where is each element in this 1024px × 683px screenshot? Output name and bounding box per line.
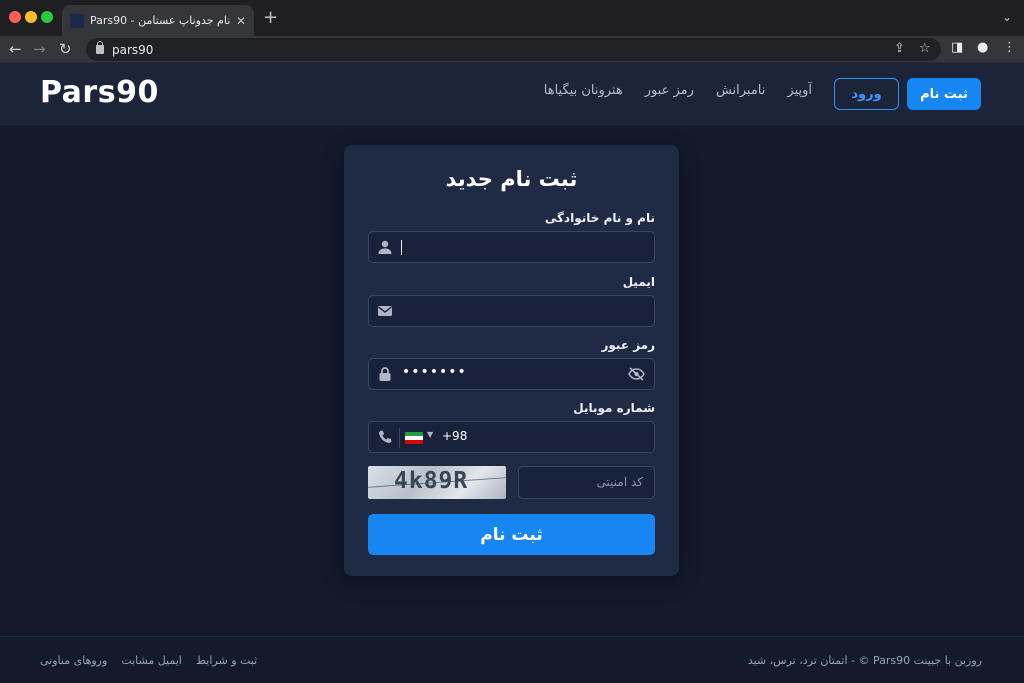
back-icon[interactable]: ←	[9, 39, 22, 59]
close-window-button[interactable]	[9, 11, 21, 23]
bookmark-star-icon[interactable]: ☆	[919, 41, 931, 56]
phone-icon	[377, 429, 393, 445]
captcha-image: 4k89R	[368, 466, 506, 499]
name-field[interactable]	[368, 231, 655, 263]
login-button[interactable]: ورود	[834, 78, 899, 110]
site-header: Pars90 آوپیز نامبرانش رمز عبور هترونان ب…	[0, 63, 1024, 125]
tab-search-icon[interactable]: ⌄	[1002, 10, 1012, 24]
minimize-window-button[interactable]	[25, 11, 37, 23]
footer-link[interactable]: ایمیل مشابت	[121, 654, 182, 667]
reload-icon[interactable]: ↻	[59, 39, 72, 59]
sidebar-icon[interactable]: ◨	[951, 40, 963, 55]
divider	[399, 428, 400, 448]
eye-slash-icon[interactable]	[628, 366, 645, 386]
forward-icon[interactable]: →	[33, 39, 46, 59]
favicon-icon	[70, 13, 84, 28]
name-label: نام و نام خانوادگی	[544, 211, 655, 225]
phone-label: شماره موبایل	[573, 401, 655, 415]
new-tab-button[interactable]: +	[263, 8, 278, 28]
site-footer: ثبت و شرایط ایمیل مشابت وروهای مناونی رو…	[0, 636, 1024, 683]
site-logo[interactable]: Pars90	[40, 75, 159, 110]
user-icon	[377, 239, 393, 255]
submit-button[interactable]: ثبت نام	[368, 514, 655, 555]
form-title: ثبت نام جدید	[445, 167, 578, 191]
email-field[interactable]	[368, 295, 655, 327]
more-menu-icon[interactable]: ⋮	[1003, 40, 1016, 55]
browser-tabbar: Pars90 - ثبت نام جدوناپ عستامن ✕ + ⌄	[0, 0, 1024, 36]
browser-tab[interactable]: Pars90 - ثبت نام جدوناپ عستامن ✕	[62, 5, 254, 36]
iran-flag-icon[interactable]	[405, 432, 423, 444]
nav-link[interactable]: نامبرانش	[716, 83, 765, 98]
maximize-window-button[interactable]	[41, 11, 53, 23]
tab-title: Pars90 - ثبت نام جدوناپ عستامن	[90, 14, 232, 27]
phone-field[interactable]: ▼ +98	[368, 421, 655, 453]
browser-toolbar: ← → ↻ pars90 ⇪ ☆ ◨ ● ⋮	[0, 36, 1024, 63]
captcha-input[interactable]: کد امنیتی	[518, 466, 655, 499]
url-text: pars90	[112, 42, 154, 57]
lock-icon	[377, 366, 393, 382]
envelope-icon	[377, 303, 393, 319]
footer-links: ثبت و شرایط ایمیل مشابت وروهای مناونی	[40, 654, 257, 667]
address-bar[interactable]: pars90 ⇪ ☆	[86, 38, 941, 61]
profile-icon[interactable]: ●	[977, 40, 988, 55]
text-caret	[401, 240, 402, 255]
signup-header-button[interactable]: ثبت نام	[907, 78, 981, 110]
chevron-down-icon[interactable]: ▼	[427, 430, 433, 439]
secure-lock-icon	[96, 41, 104, 54]
captcha-text: 4k89R	[394, 468, 469, 494]
password-value: •••••••	[402, 364, 467, 380]
password-label: رمز عبور	[601, 338, 655, 352]
tab-close-icon[interactable]: ✕	[236, 14, 246, 28]
register-card: ثبت نام جدید نام و نام خانوادگی ایمیل رم…	[344, 145, 679, 576]
footer-link[interactable]: ثبت و شرایط	[196, 654, 257, 667]
nav-link[interactable]: هترونان بیگیاها	[544, 83, 623, 98]
share-icon[interactable]: ⇪	[894, 41, 905, 56]
captcha-placeholder: کد امنیتی	[596, 475, 643, 489]
nav-link[interactable]: رمز عبور	[645, 83, 694, 98]
dial-code: +98	[442, 429, 468, 443]
main-nav: آوپیز نامبرانش رمز عبور هترونان بیگیاها	[544, 83, 812, 98]
nav-link[interactable]: آوپیز	[787, 83, 812, 98]
email-label: ایمیل	[622, 275, 655, 289]
copyright-text: روزبن با جبینت Pars90 © - اتمتان ترد، تر…	[747, 654, 982, 667]
password-field[interactable]: •••••••	[368, 358, 655, 390]
footer-link[interactable]: وروهای مناونی	[40, 654, 107, 667]
